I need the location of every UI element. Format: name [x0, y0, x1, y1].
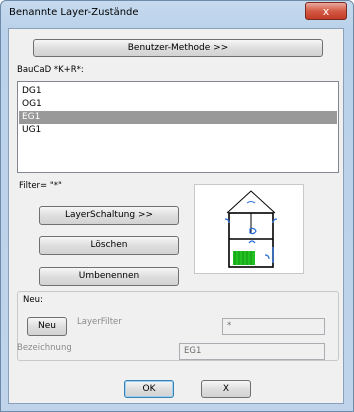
- list-item-selected[interactable]: EG1: [19, 111, 337, 124]
- layer-state-list[interactable]: DG1 OG1 EG1 UG1: [17, 81, 339, 173]
- floor-plan-preview: [194, 184, 304, 274]
- close-button[interactable]: x: [305, 2, 347, 20]
- list-item[interactable]: UG1: [19, 124, 337, 137]
- delete-button[interactable]: Löschen: [39, 236, 179, 255]
- window-title: Benannte Layer-Zustände: [9, 7, 139, 18]
- user-method-button[interactable]: Benutzer-Methode >>: [33, 39, 323, 57]
- designation-field[interactable]: EG1: [179, 343, 325, 360]
- filter-label: Filter= "*": [19, 181, 62, 191]
- layer-switch-button[interactable]: LayerSchaltung >>: [39, 206, 179, 225]
- list-label: BauCaD *K+R*:: [17, 65, 84, 75]
- floor-plan-icon: [224, 190, 278, 268]
- cancel-button[interactable]: X: [201, 380, 251, 398]
- new-group-label: Neu:: [21, 295, 45, 305]
- list-item[interactable]: OG1: [19, 98, 337, 111]
- ok-button[interactable]: OK: [124, 380, 174, 398]
- dialog-window: Benannte Layer-Zustände x Benutzer-Metho…: [0, 0, 354, 412]
- new-button[interactable]: Neu: [27, 317, 67, 336]
- layerfilter-field[interactable]: *: [222, 318, 325, 335]
- dialog-body: Benutzer-Methode >> BauCaD *K+R*: DG1 OG…: [8, 28, 344, 404]
- title-bar: Benannte Layer-Zustände x: [1, 1, 353, 27]
- list-item[interactable]: DG1: [19, 85, 337, 98]
- layerfilter-label: LayerFilter: [77, 317, 122, 327]
- designation-label: Bezeichnung: [17, 343, 72, 353]
- rename-button[interactable]: Umbenennen: [39, 267, 179, 286]
